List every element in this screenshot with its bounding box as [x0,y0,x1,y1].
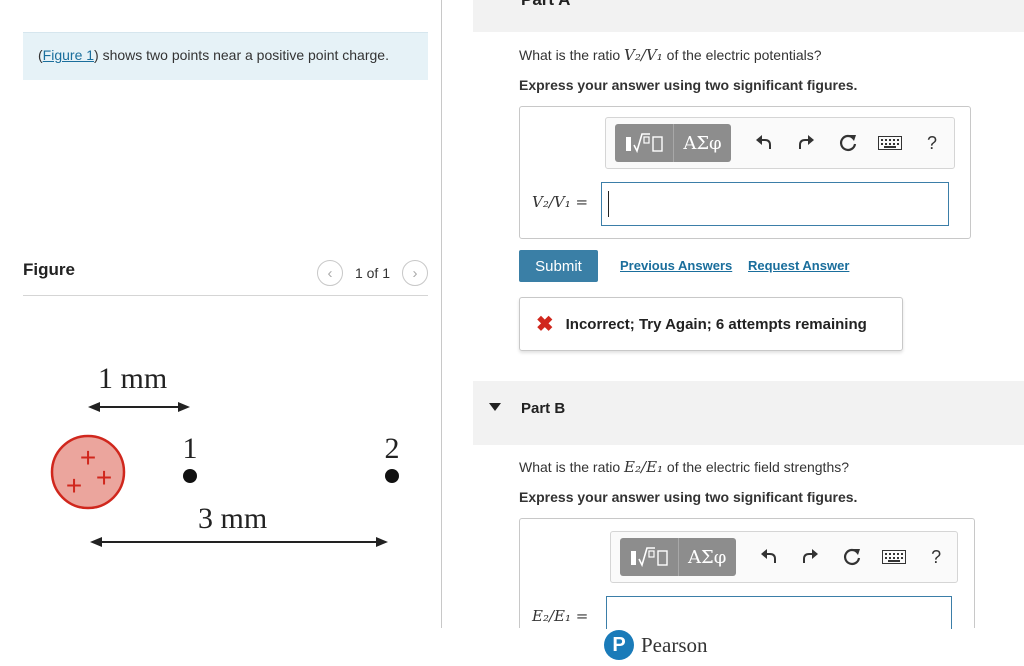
keyboard-button[interactable] [869,124,911,162]
arrow-3mm [90,537,388,547]
point-2-label: 2 [385,432,400,465]
redo-button[interactable] [785,124,827,162]
undo-icon [760,549,776,563]
part-b-instruction: Express your answer using two significan… [519,489,858,505]
undo-button[interactable] [748,538,790,576]
undo-button[interactable] [743,124,785,162]
redo-icon [803,549,819,563]
figure-title: Figure [23,260,75,279]
arrow-1mm [88,402,190,412]
pager-count: 1 of 1 [354,265,390,281]
template-sqrt-icon [630,547,668,568]
part-a-header: Part A [473,0,1024,32]
keyboard-icon [882,550,907,564]
part-b-math-toolbar: ΑΣφ ? [610,531,958,583]
figure-link[interactable]: Figure 1 [43,47,94,63]
reset-icon [844,548,861,565]
prev-figure-button[interactable]: ‹ [316,260,343,286]
chevron-right-icon: › [412,264,418,282]
reset-button[interactable] [827,124,869,162]
redo-icon [799,135,814,149]
part-a-ratio: V₂/V₁ [624,46,663,64]
next-figure-button[interactable]: › [402,260,428,286]
collapse-caret-icon [489,403,501,411]
reset-icon [840,134,857,151]
x-icon: ✖ [536,312,554,336]
help-button[interactable]: ? [911,124,953,162]
help-button[interactable]: ? [915,538,957,576]
toolbar-button-group: ΑΣφ [620,538,736,576]
point-2-dot [385,469,399,483]
part-b-question: What is the ratio E₂/E₁ of the electric … [519,458,850,476]
charge-sign-top: + [80,442,96,473]
figure-header: Figure ‹ 1 of 1 › [23,252,428,296]
text-caret [608,191,609,217]
part-a-question: What is the ratio V₂/V₁ of the electric … [519,46,822,64]
label-3mm: 3 mm [198,502,267,535]
charge-sign-left: + [66,470,82,501]
pearson-p-icon: P [604,630,634,660]
right-pane: Part A What is the ratio V₂/V₁ of the el… [473,0,1024,629]
positive-charge: + + + [50,434,126,510]
point-1-dot [183,469,197,483]
feedback-text: Incorrect; Try Again; 6 attempts remaini… [565,315,867,333]
request-answer-link[interactable]: Request Answer [748,258,849,273]
keyboard-button[interactable] [873,538,915,576]
symbols-button[interactable]: ΑΣφ [677,538,736,576]
part-b-answer-input[interactable] [606,596,952,629]
part-b-answer-box: ΑΣφ ? E₂/E₁ = [519,518,975,629]
point-1-label: 1 [183,432,198,465]
intro-text: ) shows two points near a positive point… [94,47,389,63]
part-a-instruction: Express your answer using two significan… [519,77,858,93]
template-button[interactable] [615,124,673,162]
symbols-button[interactable]: ΑΣφ [673,124,731,162]
label-1mm: 1 mm [98,362,167,395]
chevron-left-icon: ‹ [327,264,333,282]
part-a-math-toolbar: ΑΣφ ? [605,117,955,169]
undo-icon [756,135,771,149]
part-a-answer-input[interactable] [601,182,949,226]
part-a-title: Part A [521,0,570,10]
intro-box: (Figure 1) shows two points near a posit… [23,32,428,80]
part-b-answer-label: E₂/E₁ = [532,607,589,625]
figure-diagram: 1 mm + + + 1 2 3 mm [50,362,400,547]
reset-button[interactable] [831,538,873,576]
redo-button[interactable] [790,538,832,576]
part-b-title: Part B [521,400,566,417]
part-a-answer-label: V₂/V₁ = [532,193,589,211]
charge-sign-right: + [96,462,112,493]
pearson-brand: Pearson [641,632,708,657]
figure-pager: ‹ 1 of 1 › [316,260,428,286]
submit-button[interactable]: Submit [519,250,598,282]
template-sqrt-icon [626,133,663,154]
feedback-box: ✖ Incorrect; Try Again; 6 attempts remai… [519,297,903,351]
pearson-logo: P Pearson [604,630,708,660]
part-a-answer-box: ΑΣφ ? V₂/V₁ = [519,106,971,239]
template-button[interactable] [620,538,678,576]
toolbar-button-group: ΑΣφ [615,124,731,162]
previous-answers-link[interactable]: Previous Answers [620,258,732,273]
part-b-ratio: E₂/E₁ [624,458,664,476]
keyboard-icon [878,136,902,150]
part-b-header[interactable]: Part B [473,381,1024,445]
left-pane: (Figure 1) shows two points near a posit… [0,0,442,628]
